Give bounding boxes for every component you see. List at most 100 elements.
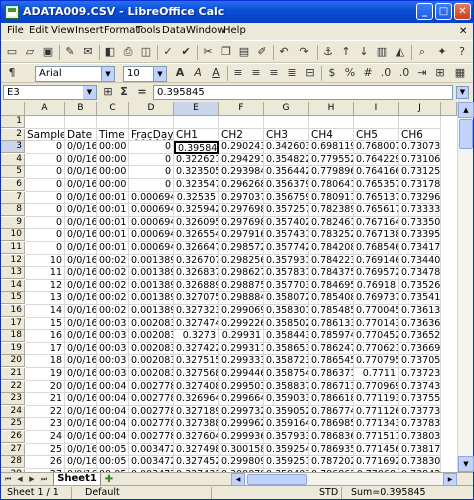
data-cell[interactable]: 0.3273	[174, 330, 219, 343]
data-cell[interactable]: 0.326647	[174, 242, 219, 255]
sort-descending-icon[interactable]: ↓	[357, 45, 371, 59]
currency-format-icon[interactable]: $	[325, 66, 339, 80]
data-cell[interactable]: 0.327604	[174, 431, 219, 444]
data-cell[interactable]: 0	[25, 141, 65, 154]
row-header[interactable]: 25	[1, 418, 25, 431]
data-cell[interactable]: 0.002083	[129, 330, 174, 343]
sort-ascending-icon[interactable]: ↑	[339, 45, 353, 59]
data-cell[interactable]	[25, 116, 65, 129]
align-left-icon[interactable]: ≡	[231, 66, 245, 80]
data-cell[interactable]: 0.359052	[264, 405, 309, 419]
row-header[interactable]: 3	[1, 141, 25, 154]
row-header[interactable]: 15	[1, 292, 25, 305]
data-cell[interactable]: 0	[25, 242, 65, 255]
data-cell[interactable]: 0.771456	[354, 443, 399, 457]
data-cell[interactable]: 0.7711	[354, 368, 399, 381]
data-cell[interactable]: 0.327474	[174, 317, 219, 331]
data-cell[interactable]: 0.356759	[264, 191, 309, 205]
help-icon[interactable]: ?	[455, 45, 469, 59]
data-cell[interactable]: 00:02	[97, 267, 129, 280]
data-cell[interactable]: 0.002778	[129, 393, 174, 406]
data-cell[interactable]: 00:04	[97, 393, 129, 406]
scroll-thumb[interactable]	[459, 119, 473, 149]
data-cell[interactable]: 00:03	[97, 355, 129, 368]
row-header[interactable]: 13	[1, 267, 25, 280]
delete-decimal-icon[interactable]: .0	[397, 66, 411, 80]
data-cell[interactable]: 0.765137	[354, 191, 399, 205]
data-cell[interactable]: 0.731062	[399, 153, 441, 167]
new-document-icon[interactable]: ▭	[5, 45, 19, 59]
chevron-down-icon[interactable]: ▼	[83, 86, 96, 99]
data-cell[interactable]: 0.779896	[309, 166, 354, 179]
data-cell[interactable]: 25	[25, 443, 65, 457]
data-cell[interactable]: 0	[25, 204, 65, 217]
copy-icon[interactable]: ❐	[219, 45, 233, 59]
borders-icon[interactable]: ⊞	[433, 66, 447, 80]
data-cell[interactable]: 0.737558	[399, 393, 441, 406]
data-cell[interactable]: 0.001389	[129, 267, 174, 280]
data-cell[interactable]: 0.327408	[174, 380, 219, 394]
data-cell[interactable]: 19	[25, 368, 65, 381]
data-cell[interactable]: 0.327422	[174, 342, 219, 356]
data-cell[interactable]: 0.698119	[309, 141, 354, 154]
data-cell[interactable]: 0/0/16	[65, 355, 97, 368]
data-cell[interactable]: 0	[25, 153, 65, 167]
data-cell[interactable]: 0.770045	[354, 305, 399, 318]
data-cell[interactable]: 0.737439	[399, 380, 441, 394]
add-sheet-icon[interactable]: ✚	[102, 474, 116, 485]
data-cell[interactable]: 0	[25, 179, 65, 192]
data-cell[interactable]: 00:01	[97, 242, 129, 255]
percent-format-icon[interactable]: %	[343, 66, 357, 80]
data-cell[interactable]: 0.326095	[174, 216, 219, 230]
paste-icon[interactable]: ▤	[237, 45, 251, 59]
navigator-icon[interactable]: ✦	[435, 45, 449, 59]
show-draw-functions-icon[interactable]: ◭	[393, 45, 407, 59]
data-cell[interactable]: 0.737233	[399, 368, 441, 381]
title-bar[interactable]: ADATA009.CSV - LibreOffice Calc _ □ ✕	[1, 1, 473, 23]
menu-help[interactable]: Help	[223, 25, 246, 36]
data-cell[interactable]: 0.000694	[129, 242, 174, 255]
data-cell[interactable]: 0.732962	[399, 191, 441, 205]
data-cell[interactable]	[399, 116, 441, 129]
chevron-down-icon[interactable]: ▼	[153, 67, 166, 81]
data-cell[interactable]: 0.299936	[219, 431, 264, 444]
data-cell[interactable]: 13	[25, 292, 65, 305]
data-cell[interactable]: 0.327452	[174, 456, 219, 469]
data-cell[interactable]: 00:01	[97, 204, 129, 217]
data-cell[interactable]: 0.767138	[354, 229, 399, 242]
menu-edit[interactable]: Edit	[29, 25, 48, 36]
data-cell[interactable]: 0.770143	[354, 317, 399, 331]
column-header[interactable]: A	[25, 102, 65, 116]
menu-format[interactable]: Format	[104, 25, 139, 36]
data-cell[interactable]: 0.298256	[219, 254, 264, 268]
data-cell[interactable]: 0.357257	[264, 204, 309, 217]
data-cell[interactable]: 0.357933	[264, 431, 309, 444]
find-replace-icon[interactable]: ⌕	[415, 45, 429, 59]
data-cell[interactable]: 0.299809	[219, 456, 264, 469]
sum-icon[interactable]: Σ	[117, 85, 131, 99]
data-cell[interactable]: 0.359251	[264, 456, 309, 469]
data-cell[interactable]: 00:03	[97, 317, 129, 331]
data-cell[interactable]: 0.296268	[219, 179, 264, 192]
data-cell[interactable]: 0.771126	[354, 405, 399, 419]
row-header[interactable]: 17	[1, 317, 25, 330]
data-cell[interactable]: 0.358301	[264, 305, 309, 318]
data-cell[interactable]: 0.770621	[354, 342, 399, 356]
data-cell[interactable]	[97, 116, 129, 129]
data-cell[interactable]: 0.784695	[309, 279, 354, 293]
data-cell[interactable]: 21	[25, 393, 65, 406]
data-cell[interactable]: 0.731255	[399, 166, 441, 179]
column-header[interactable]: H	[309, 102, 354, 116]
data-cell[interactable]: 00:03	[97, 330, 129, 343]
header-cell[interactable]: Time	[97, 128, 129, 142]
data-cell[interactable]: 0.323547	[174, 179, 219, 192]
data-cell[interactable]	[354, 116, 399, 129]
data-cell[interactable]: 00:03	[97, 342, 129, 356]
data-cell[interactable]: 12	[25, 279, 65, 293]
data-cell[interactable]: 0.000694	[129, 191, 174, 205]
data-cell[interactable]: 0.357742	[264, 242, 309, 255]
data-cell[interactable]: 0/0/16	[65, 254, 97, 268]
data-cell[interactable]: 0.359254	[264, 443, 309, 457]
data-cell[interactable]: 0.326554	[174, 229, 219, 242]
data-cell[interactable]: 0.786836	[309, 431, 354, 444]
